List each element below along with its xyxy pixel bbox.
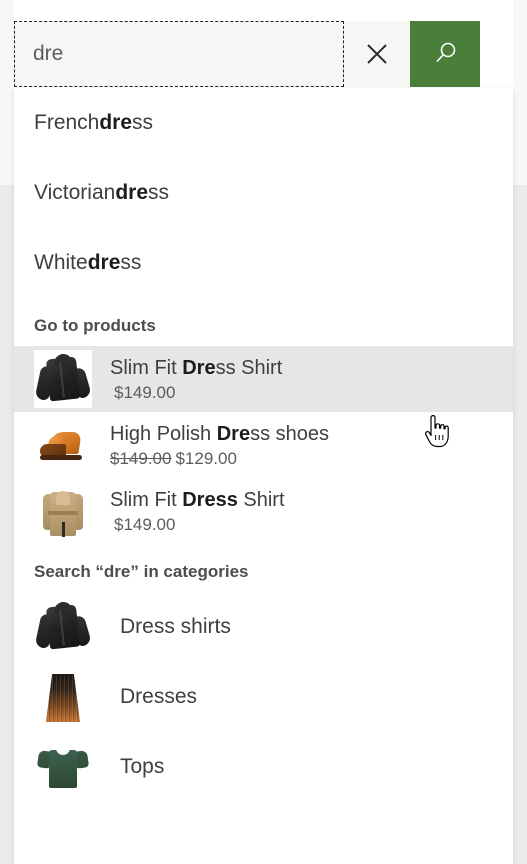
product-details: Slim Fit Dress Shirt $149.00	[110, 356, 282, 403]
suggestion-match: dre	[87, 251, 121, 274]
autocomplete-dropdown: French dre ss Victorian dre ss White dre ss…	[14, 88, 513, 864]
category-thumbnail-green-tshirt	[34, 738, 92, 796]
suggestion-match: dre	[115, 181, 149, 204]
product-name-suffix: ss shoes	[250, 422, 330, 445]
page-background-left	[0, 0, 14, 185]
suggestion-item[interactable]: Victorian dre ss	[14, 158, 513, 228]
search-bar	[14, 21, 483, 87]
category-result-row[interactable]: Dresses	[14, 662, 513, 732]
product-name-suffix: Shirt	[237, 488, 285, 511]
suggestion-prefix: French	[34, 111, 100, 134]
product-result-row[interactable]: Slim Fit Dress Shirt $149.00	[14, 478, 513, 544]
product-name: High Polish Dress shoes	[110, 422, 329, 447]
product-name-prefix: Slim Fit	[110, 356, 183, 379]
product-result-row[interactable]: Slim Fit Dress Shirt $149.00	[14, 346, 513, 412]
category-name: Tops	[120, 755, 165, 778]
category-result-row[interactable]: Tops	[14, 732, 513, 802]
category-name: Dresses	[120, 685, 198, 708]
product-details: Slim Fit Dress Shirt $149.00	[110, 488, 285, 535]
product-name-prefix: High Polish	[110, 422, 217, 445]
product-details: High Polish Dress shoes $149.00 $129.00	[110, 422, 329, 469]
search-input-container[interactable]	[14, 21, 344, 87]
suggestion-suffix: ss	[148, 181, 170, 204]
product-price: $149.00	[110, 383, 282, 403]
product-name: Slim Fit Dress Shirt	[110, 488, 285, 513]
product-thumbnail-dark-dress-shirt	[34, 350, 92, 408]
suggestion-match: dre	[99, 111, 133, 134]
search-input[interactable]	[15, 42, 343, 66]
product-thumbnail-tan-trench-coat	[34, 482, 92, 540]
product-name-prefix: Slim Fit	[110, 488, 183, 511]
product-name-match: Dre	[216, 422, 251, 445]
product-price-original: $149.00	[110, 448, 172, 468]
product-name-match: Dress	[182, 488, 238, 511]
search-icon	[431, 40, 459, 68]
product-name: Slim Fit Dress Shirt	[110, 356, 282, 381]
suggestion-prefix: Victorian	[34, 181, 116, 204]
product-price: $149.00 $129.00	[110, 449, 329, 469]
category-thumbnail-pleated-skirt	[34, 668, 92, 726]
category-name: Dress shirts	[120, 615, 231, 638]
clear-search-button[interactable]	[344, 21, 410, 87]
product-price: $149.00	[110, 515, 285, 535]
categories-section-title: Search “dre” in categories	[34, 562, 249, 581]
page-body-background-left	[0, 185, 14, 864]
product-name-match: Dre	[182, 356, 216, 379]
product-thumbnail-orange-dress-shoe	[34, 416, 92, 474]
product-price-current: $149.00	[114, 514, 176, 534]
category-thumbnail-dark-dress-shirt	[34, 598, 92, 656]
category-result-row[interactable]: Dress shirts	[14, 592, 513, 662]
search-submit-button[interactable]	[410, 21, 480, 87]
suggestion-prefix: White	[34, 251, 88, 274]
product-name-suffix: ss Shirt	[215, 356, 283, 379]
suggestion-suffix: ss	[132, 111, 154, 134]
product-price-current: $149.00	[114, 382, 176, 402]
suggestion-item[interactable]: White dre ss	[14, 228, 513, 298]
page-body-background-right	[513, 185, 527, 864]
products-section-title: Go to products	[34, 316, 156, 335]
product-result-row[interactable]: High Polish Dress shoes $149.00 $129.00	[14, 412, 513, 478]
suggestion-item[interactable]: French dre ss	[14, 88, 513, 158]
page-background-right	[513, 0, 527, 185]
suggestion-suffix: ss	[120, 251, 142, 274]
close-icon	[364, 41, 390, 67]
product-price-current: $129.00	[175, 448, 237, 468]
